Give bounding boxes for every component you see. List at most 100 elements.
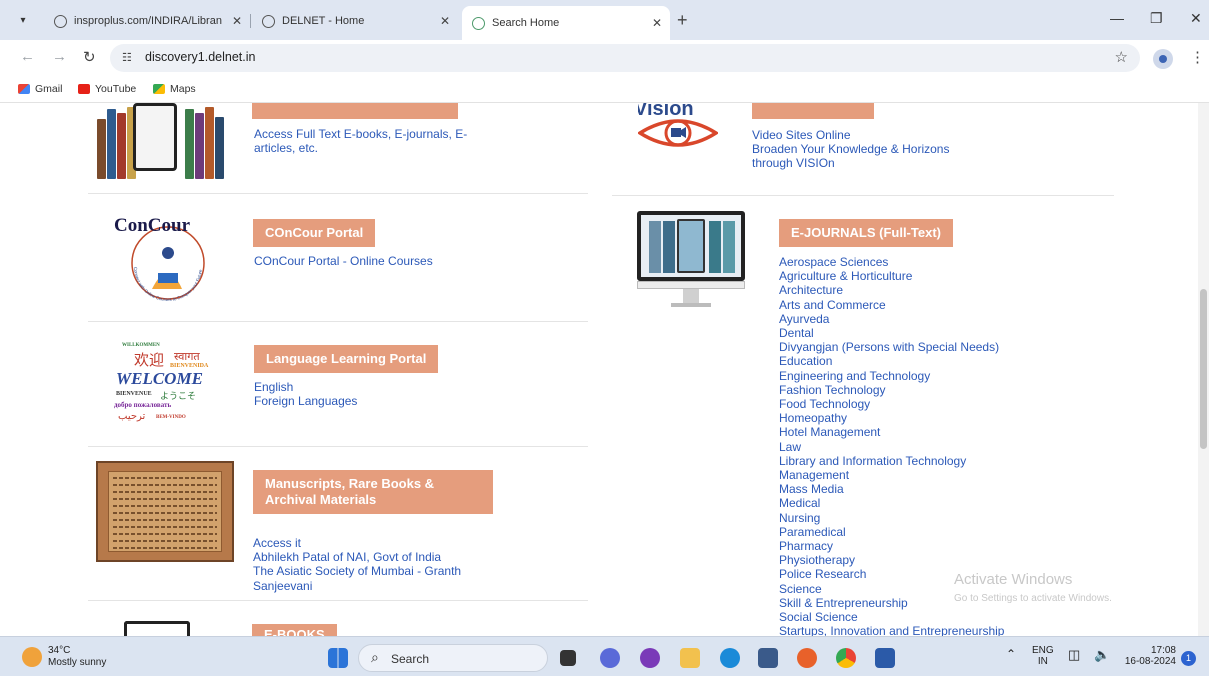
edge-icon[interactable]	[720, 648, 740, 668]
ejournal-subject-link[interactable]: Ayurveda	[779, 312, 1004, 326]
notification-badge[interactable]: 1	[1181, 651, 1196, 666]
ejournal-subject-link[interactable]: Homeopathy	[779, 411, 1004, 425]
close-tab-icon[interactable]: ✕	[232, 14, 242, 28]
logo-word: BIENVENUE	[116, 391, 152, 397]
forward-arrow-icon[interactable]: →	[52, 48, 67, 65]
manuscripts-heading[interactable]: Manuscripts, Rare Books & Archival Mater…	[253, 470, 493, 514]
word-icon[interactable]	[875, 648, 895, 668]
tab-search-dropdown-icon[interactable]: ▾	[12, 9, 34, 31]
store-icon[interactable]	[758, 648, 778, 668]
language-learning-heading[interactable]: Language Learning Portal	[254, 345, 439, 373]
link-text[interactable]: Abhilekh Patal of NAI, Govt of India	[253, 550, 461, 564]
clock[interactable]: 17:08 16-08-2024	[1120, 645, 1176, 667]
profile-avatar-icon[interactable]	[1153, 49, 1173, 69]
ejournal-subject-link[interactable]: Mass Media	[779, 482, 1004, 496]
ejournal-subject-link[interactable]: Hotel Management	[779, 425, 1004, 439]
firefox-icon[interactable]	[797, 648, 817, 668]
close-tab-icon[interactable]: ✕	[652, 16, 662, 30]
chrome-icon[interactable]	[836, 648, 856, 668]
ejournal-subject-link[interactable]: Engineering and Technology	[779, 369, 1004, 383]
logo-word: BEM-VINDO	[156, 415, 186, 420]
tab-search-home[interactable]: Search Home ✕	[462, 6, 670, 40]
ejournal-subject-link[interactable]: Divyangjan (Persons with Special Needs)	[779, 340, 1004, 354]
volume-icon[interactable]: 🔈	[1094, 648, 1110, 661]
scrollbar-thumb[interactable]	[1200, 289, 1207, 449]
file-explorer-icon[interactable]	[680, 648, 700, 668]
ejournal-subject-link[interactable]: Food Technology	[779, 397, 1004, 411]
tab-title: DELNET - Home	[282, 15, 365, 27]
ejournal-subject-link[interactable]: Architecture	[779, 283, 1004, 297]
ejournal-subject-link[interactable]: Library and Information Technology	[779, 454, 1004, 468]
reload-icon[interactable]: ↻	[83, 48, 96, 66]
link-text[interactable]: The Asiatic Society of Mumbai - Granth	[253, 564, 461, 578]
bookmark-gmail[interactable]: Gmail	[18, 83, 62, 95]
tab-delnet-home[interactable]: DELNET - Home ✕	[252, 6, 458, 36]
vision-heading[interactable]	[752, 103, 874, 119]
copilot-icon[interactable]	[640, 648, 660, 668]
menu-kebab-icon[interactable]: ⋮	[1190, 48, 1205, 66]
wifi-icon[interactable]: ◫	[1068, 648, 1080, 661]
tab-insproplus[interactable]: insproplus.com/INDIRA/Libran ✕	[44, 6, 251, 36]
task-view-icon[interactable]	[560, 650, 576, 666]
ejournal-subject-link[interactable]: Medical	[779, 496, 1004, 510]
concour-heading[interactable]: COnCour Portal	[253, 219, 376, 247]
link-text[interactable]: English	[254, 380, 357, 394]
weather-sun-icon[interactable]	[22, 647, 42, 667]
link-text[interactable]: COnCour Portal - Online Courses	[254, 254, 433, 268]
url-text[interactable]: discovery1.delnet.in	[145, 50, 255, 64]
start-windows-icon[interactable]	[328, 648, 348, 668]
link-text[interactable]: articles, etc.	[254, 141, 467, 155]
bookmark-star-icon[interactable]: ☆	[1115, 48, 1128, 66]
chat-icon[interactable]	[600, 648, 620, 668]
tray-chevron-icon[interactable]: ⌃	[1006, 648, 1016, 660]
link-text[interactable]: Broaden Your Knowledge & Horizons	[752, 142, 949, 156]
bookmark-maps[interactable]: Maps	[153, 83, 196, 95]
ejournal-subject-link[interactable]: Startups, Innovation and Entrepreneurshi…	[779, 624, 1004, 636]
ejournal-subject-link[interactable]: Law	[779, 440, 1004, 454]
maps-icon	[153, 84, 165, 94]
ejournal-subject-link[interactable]: Agriculture & Horticulture	[779, 269, 1004, 283]
taskbar-search-box[interactable]: ⌕ Search	[358, 644, 548, 672]
address-bar[interactable]: ☷ discovery1.delnet.in ☆	[110, 44, 1140, 72]
ejournals-heading[interactable]: E-JOURNALS (Full-Text)	[779, 219, 953, 247]
close-window-icon[interactable]: ✕	[1190, 10, 1202, 27]
ejournal-subject-link[interactable]: Arts and Commerce	[779, 298, 1004, 312]
lang-code: ENG	[1032, 645, 1054, 656]
link-text[interactable]: Video Sites Online	[752, 128, 949, 142]
clock-time: 17:08	[1150, 645, 1176, 656]
language-indicator[interactable]: ENG IN	[1032, 645, 1054, 667]
minimize-icon[interactable]: —	[1110, 10, 1124, 26]
ejournal-subject-link[interactable]: Management	[779, 468, 1004, 482]
weather-widget[interactable]: 34°C Mostly sunny	[48, 645, 106, 669]
search-label: Search	[391, 652, 430, 666]
link-text[interactable]: Access it	[253, 536, 461, 550]
new-tab-icon[interactable]: +	[677, 10, 688, 31]
language-links: English Foreign Languages	[254, 380, 357, 408]
clock-date: 16-08-2024	[1124, 656, 1176, 667]
ejournal-subject-link[interactable]: Nursing	[779, 511, 1004, 525]
search-icon: ⌕	[371, 649, 379, 665]
ejournal-subject-link[interactable]: Paramedical	[779, 525, 1004, 539]
link-text[interactable]: through VISIOn	[752, 156, 949, 170]
close-tab-icon[interactable]: ✕	[440, 14, 450, 28]
ebooks-top-heading[interactable]	[252, 103, 458, 119]
ejournal-subject-link[interactable]: Physiotherapy	[779, 553, 1004, 567]
back-arrow-icon[interactable]: ←	[20, 48, 35, 65]
globe-icon	[262, 14, 275, 28]
heading-line: Manuscripts, Rare Books &	[265, 476, 435, 491]
windows-taskbar: 34°C Mostly sunny ⌕ Search ⌃ ENG IN ◫ 🔈 …	[0, 636, 1209, 676]
site-info-icon[interactable]: ☷	[122, 51, 132, 64]
ebooks-heading[interactable]: E-BOOKS	[252, 624, 337, 636]
ejournal-subject-link[interactable]: Education	[779, 354, 1004, 368]
ejournal-subject-link[interactable]: Social Science	[779, 610, 1004, 624]
ejournal-subject-link[interactable]: Dental	[779, 326, 1004, 340]
ejournal-subject-link[interactable]: Fashion Technology	[779, 383, 1004, 397]
ejournal-subject-link[interactable]: Aerospace Sciences	[779, 255, 1004, 269]
bookmark-youtube[interactable]: YouTube	[78, 83, 136, 95]
link-text[interactable]: Sanjeevani	[253, 579, 461, 593]
restore-icon[interactable]: ❐	[1150, 10, 1163, 27]
link-text[interactable]: Foreign Languages	[254, 394, 357, 408]
link-text[interactable]: Access Full Text E-books, E-journals, E-	[254, 127, 467, 141]
page-scrollbar[interactable]	[1198, 103, 1209, 636]
ejournal-subject-link[interactable]: Pharmacy	[779, 539, 1004, 553]
